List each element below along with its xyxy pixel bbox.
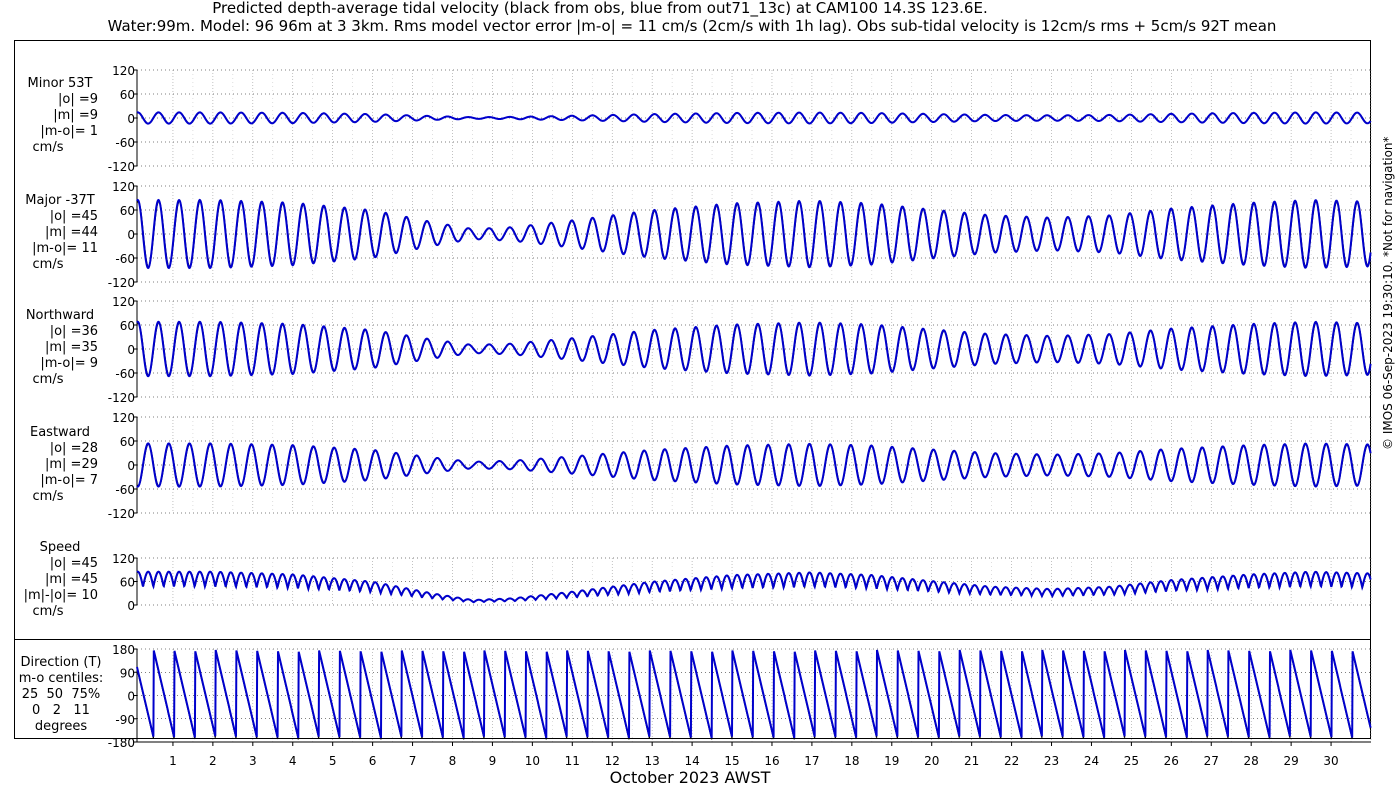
x-tick-label: 26 [1164, 754, 1179, 768]
x-axis-label: October 2023 AWST [609, 768, 771, 787]
x-tick-label: 21 [964, 754, 979, 768]
x-tick-label: 20 [924, 754, 939, 768]
east-tick-label: -60 [115, 483, 135, 497]
x-tick-label: 10 [525, 754, 540, 768]
north-panel: 120 60 0 -60 -120 [108, 295, 1372, 405]
x-tick-label: 9 [489, 754, 497, 768]
major-tick-label: 60 [120, 204, 135, 218]
major-panel: 120 60 0 -60 -120 [108, 180, 1372, 290]
speed-tick-label: 0 [127, 599, 135, 613]
x-tick-label: 3 [249, 754, 257, 768]
x-tick-label: 24 [1084, 754, 1099, 768]
north-tick-label: 60 [120, 319, 135, 333]
minor-tick-label: 120 [112, 64, 135, 78]
x-tick-label: 8 [449, 754, 457, 768]
day-gridlines [172, 70, 1372, 742]
x-tick-label: 5 [329, 754, 337, 768]
x-tick-label: 12 [605, 754, 620, 768]
x-tick-label: 1 [169, 754, 177, 768]
east-tick-label: 120 [112, 411, 135, 425]
x-tick-label: 11 [565, 754, 580, 768]
x-tick-label: 14 [684, 754, 699, 768]
north-tick-label: 0 [127, 343, 135, 357]
x-axis: 1 2 3 4 5 6 7 8 9 10 11 12 13 14 15 16 17 18 19 20 21 22 23 24 2… [137, 741, 1371, 768]
major-tick-label: -60 [115, 252, 135, 266]
x-tick-label: 23 [1044, 754, 1059, 768]
minor-tick-label: 60 [120, 88, 135, 102]
direction-tick-label: 90 [120, 666, 135, 680]
speed-panel: 120 60 0 [112, 552, 1372, 613]
x-tick-label: 28 [1244, 754, 1259, 768]
x-tick-label: 16 [764, 754, 779, 768]
east-tick-label: 0 [127, 459, 135, 473]
major-tick-label: 120 [112, 180, 135, 194]
x-tick-label: 30 [1323, 754, 1338, 768]
x-tick-label: 13 [645, 754, 660, 768]
minor-tick-label: -120 [108, 160, 135, 174]
direction-tick-label: -90 [115, 713, 135, 727]
major-tick-label: -120 [108, 276, 135, 290]
x-tick-label: 15 [724, 754, 739, 768]
north-tick-label: -120 [108, 391, 135, 405]
direction-panel: 180 90 0 -90 -180 [108, 643, 1372, 750]
east-tick-label: 60 [120, 435, 135, 449]
speed-tick-label: 120 [112, 552, 135, 566]
north-tick-label: 120 [112, 295, 135, 309]
minor-model-series [136, 111, 1372, 125]
x-tick-label: 18 [844, 754, 859, 768]
minor-tick-label: -60 [115, 136, 135, 150]
x-tick-label: 7 [409, 754, 417, 768]
tidal-velocity-chart: 120600-60-120120600-60-120120600-60-1201… [108, 64, 1372, 768]
copyright-text: © IMOS 06-Sep-2023 19:30:10. *Not for na… [1381, 136, 1395, 450]
minor-tick-label: 0 [127, 112, 135, 126]
north-tick-label: -60 [115, 367, 135, 381]
x-tick-label: 25 [1124, 754, 1139, 768]
east-tick-label: -120 [108, 507, 135, 521]
east-panel: 120 60 0 -60 -120 [108, 411, 1372, 521]
x-tick-label: 17 [804, 754, 819, 768]
minor-panel: 120 60 0 -60 -120 [108, 64, 1372, 174]
x-tick-label: 4 [289, 754, 297, 768]
speed-model-series [136, 570, 1372, 604]
x-tick-label: 19 [884, 754, 899, 768]
direction-tick-label: 0 [127, 690, 135, 704]
direction-tick-label: 180 [112, 643, 135, 657]
x-tick-label: 6 [369, 754, 377, 768]
x-tick-label: 27 [1204, 754, 1219, 768]
direction-model-series [136, 649, 1372, 739]
x-tick-label: 29 [1283, 754, 1298, 768]
major-tick-label: 0 [127, 228, 135, 242]
direction-tick-label: -180 [108, 736, 135, 750]
x-tick-label: 22 [1004, 754, 1019, 768]
x-tick-label: 2 [209, 754, 217, 768]
speed-tick-label: 60 [120, 576, 135, 590]
